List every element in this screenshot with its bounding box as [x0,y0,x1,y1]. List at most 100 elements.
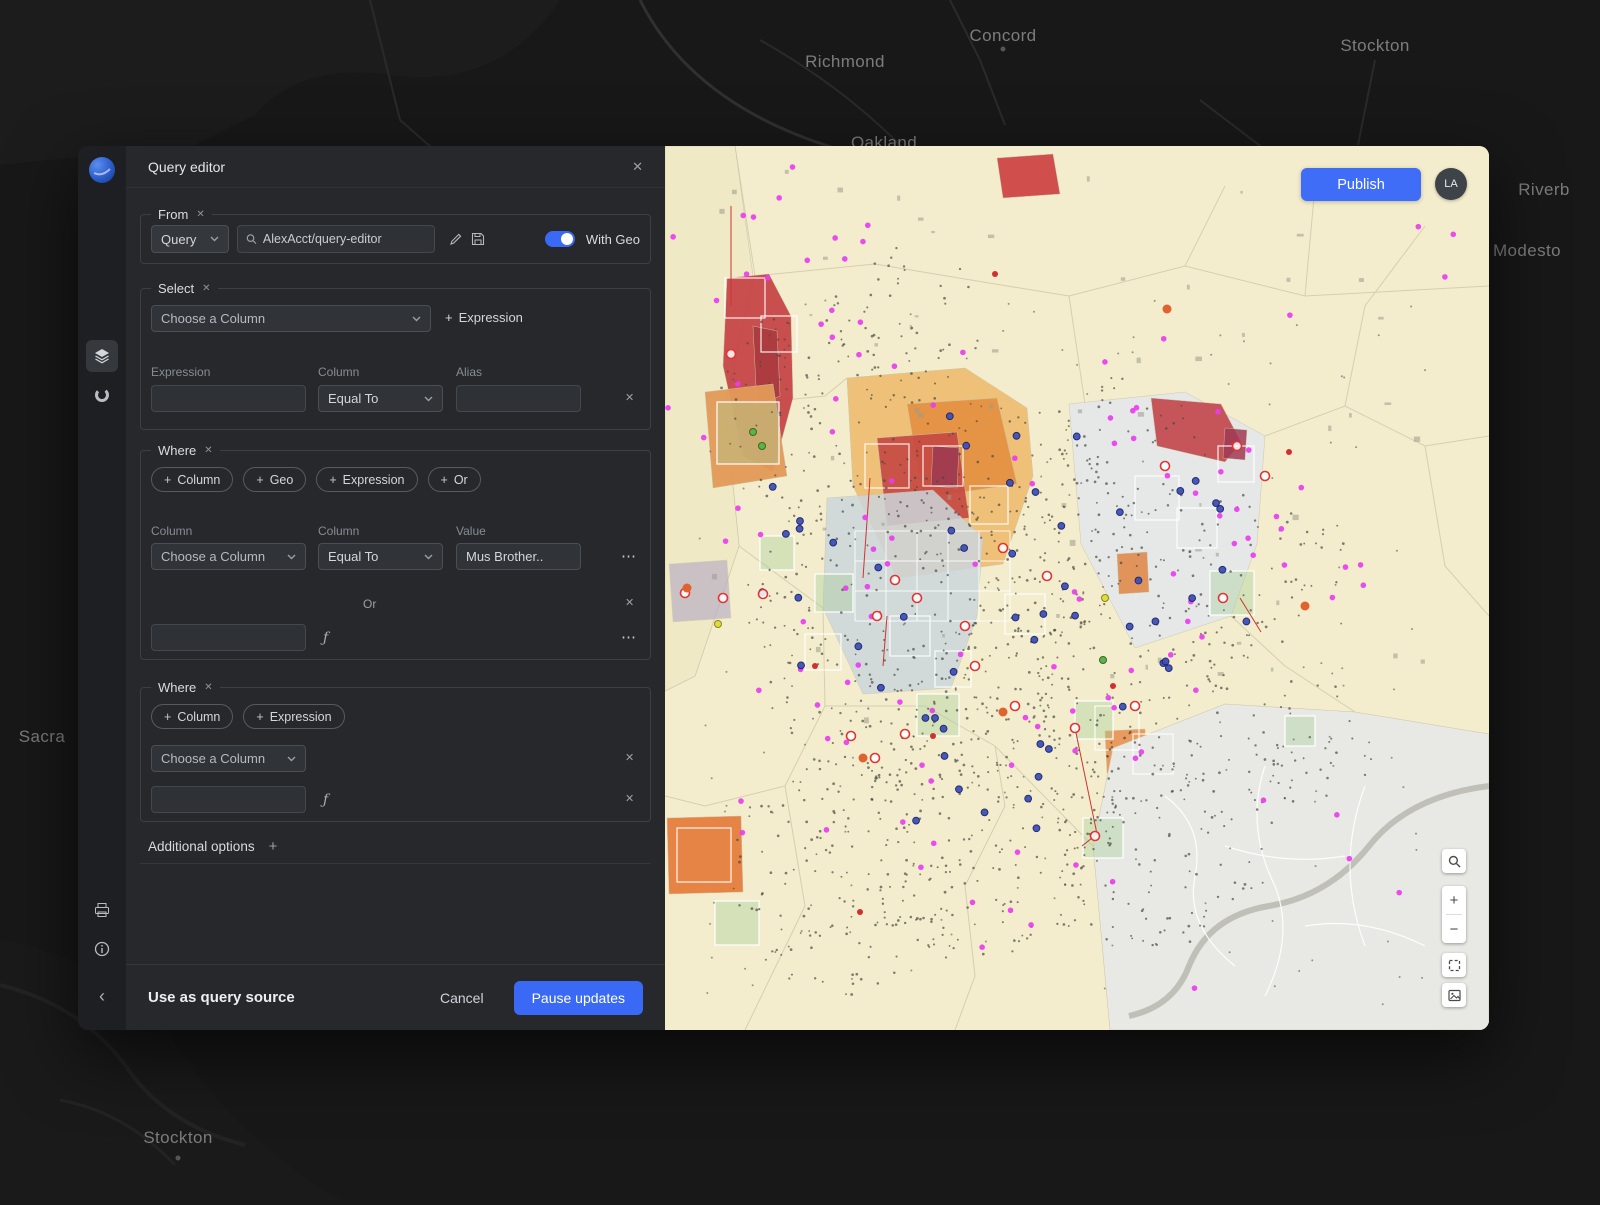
zoom-out-button[interactable]: − [1442,915,1466,943]
from-legend: From ✕ [151,207,212,222]
sidebar-item-info[interactable] [86,933,118,965]
remove-select-icon[interactable]: ✕ [202,281,210,296]
bg-city-label: Richmond [805,52,885,72]
toggle-knob [561,233,573,245]
function-icon: ƒ [323,792,328,808]
with-geo-toggle[interactable] [545,231,575,247]
map-pane[interactable]: Publish LA + − [665,146,1489,1030]
close-panel-icon[interactable]: ✕ [632,159,643,175]
map-search-button[interactable] [1442,849,1466,873]
cancel-button[interactable]: Cancel [440,990,484,1006]
expression-col-label: Expression [151,365,210,379]
add-expression-label: Expression [270,710,332,724]
alias-col-label: Alias [456,365,482,379]
where-section-1: Where ✕ + Column + Geo + Expression + [140,450,651,660]
where1-expr-more-icon[interactable]: ⋯ [621,628,637,646]
left-rail: ‹ [78,146,126,1030]
remove-where1-icon[interactable]: ✕ [204,443,212,458]
remove-where2-icon[interactable]: ✕ [204,680,212,695]
additional-options-label: Additional options [148,839,255,854]
sidebar-item-print[interactable] [86,894,118,926]
save-source-button[interactable] [469,230,487,248]
select-alias-input[interactable] [456,385,581,412]
add-expression-button[interactable]: + Expression [243,704,344,729]
additional-options: Additional options + [148,838,277,855]
where1-operator-dropdown[interactable]: Equal To [318,543,443,570]
where1-expression-input[interactable] [151,624,306,651]
where1-column-label: Column [151,524,192,538]
where1-column-dropdown[interactable]: Choose a Column [151,543,306,570]
sidebar-item-layers[interactable] [86,340,118,372]
bg-city-label: Sacra [19,727,65,747]
avatar[interactable]: LA [1435,168,1467,200]
plus-icon: + [164,710,171,724]
column-col-label: Column [318,365,359,379]
where1-column-placeholder: Choose a Column [161,549,265,564]
bg-city-label: Modesto [1493,241,1561,261]
where1-value-label: Value [456,524,486,538]
add-expression-button[interactable]: + Expression [316,467,417,492]
pause-updates-button[interactable]: Pause updates [514,981,643,1015]
add-expression-label: Expression [459,310,523,325]
plus-icon: + [256,710,263,724]
select-column-placeholder: Choose a Column [161,311,265,326]
or-label: Or [363,597,376,611]
where1-column2-label: Column [318,524,359,538]
where1-row-more-icon[interactable]: ⋯ [621,547,637,565]
zoom-in-button[interactable]: + [1442,886,1466,914]
source-type-select[interactable]: Query [151,225,229,253]
select-operator-dropdown[interactable]: Equal To [318,385,443,412]
where2-column-dropdown[interactable]: Choose a Column [151,745,306,772]
remove-from-icon[interactable]: ✕ [196,207,204,222]
add-select-expression-button[interactable]: + Expression [445,310,523,325]
bg-city-label: Riverb [1518,180,1570,200]
add-geo-button[interactable]: + Geo [243,467,306,492]
crosshair-icon [1448,959,1461,972]
plus-icon: + [441,473,448,487]
source-search-input[interactable] [263,232,426,246]
chevron-down-icon [424,396,433,402]
add-options-button[interactable]: + [269,838,278,855]
select-label: Select [158,281,194,296]
choropleth-map[interactable] [665,146,1489,1030]
add-column-button[interactable]: + Column [151,467,233,492]
from-row: Query [151,225,640,253]
collapse-panel-button[interactable]: ‹ [86,980,118,1012]
chevron-down-icon [210,236,219,242]
publish-button[interactable]: Publish [1301,168,1421,201]
function-icon: ƒ [323,630,328,646]
select-operator-value: Equal To [328,391,378,406]
plus-icon: + [256,473,263,487]
where1-label: Where [158,443,196,458]
map-screenshot-button[interactable] [1442,983,1466,1007]
remove-or-row-icon[interactable]: ✕ [625,596,634,609]
where2-expression-input[interactable] [151,786,306,813]
with-geo-label: With Geo [586,232,640,247]
map-zoom-control: + − [1442,886,1466,943]
add-column-label: Column [177,473,220,487]
plus-icon: + [329,473,336,487]
add-geo-label: Geo [270,473,294,487]
remove-where2-row-icon[interactable]: ✕ [625,751,634,764]
source-type-value: Query [161,232,196,247]
pencil-icon [449,232,463,246]
select-expression-input[interactable] [151,385,306,412]
with-geo-group: With Geo [545,231,640,247]
app-window: ‹ Query editor ✕ From ✕ Query [78,146,1489,1030]
sidebar-item-charts[interactable] [86,379,118,411]
chevron-down-icon [287,554,296,560]
select-legend: Select ✕ [151,281,218,296]
where1-value-dropdown[interactable]: Mus Brother.. [456,543,581,570]
app-logo[interactable] [89,157,115,183]
add-column-button[interactable]: + Column [151,704,233,729]
where2-label: Where [158,680,196,695]
where2-legend: Where ✕ [151,680,220,695]
select-column-dropdown[interactable]: Choose a Column [151,305,431,332]
edit-source-button[interactable] [447,230,465,248]
remove-select-row-icon[interactable]: ✕ [625,391,634,404]
add-or-button[interactable]: + Or [428,467,481,492]
map-select-area-button[interactable] [1442,953,1466,977]
logo-swirl-icon [89,157,115,183]
remove-where2-expr-icon[interactable]: ✕ [625,792,634,805]
where2-column-placeholder: Choose a Column [161,751,265,766]
